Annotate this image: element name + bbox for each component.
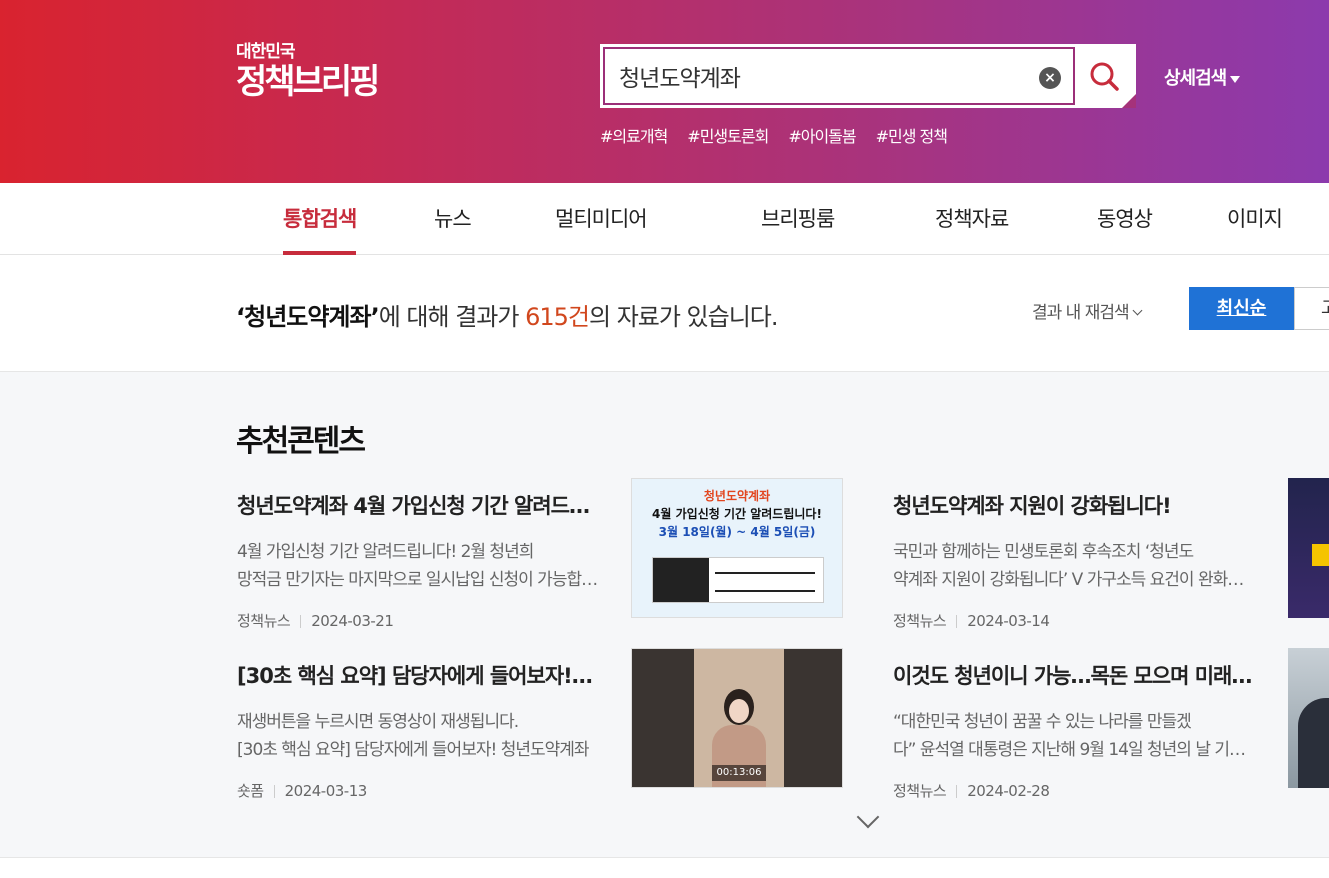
sort-other-button[interactable]: 고 [1294,287,1329,330]
tab-integrated[interactable]: 통합검색 [283,203,357,255]
result-count: 615건 [525,303,590,331]
poster-dark-block [653,558,709,602]
poster-dates: 3월 18일(월) ~ 4월 5일(금) [658,525,816,539]
result-summary-bar: ‘청년도약계좌’에 대해 결과가 615건의 자료가 있습니다. 결과 내 재검… [0,255,1329,372]
card-title[interactable]: 청년도약계좌 지원이 강화됩니다! [893,490,1255,520]
card-category: 정책뉴스 [893,612,947,630]
tab-policy-materials[interactable]: 정책자료 [935,203,1009,255]
card-thumbnail[interactable] [1288,478,1329,618]
card-description: 재생버튼을 누르시면 동영상이 재생됩니다. [30초 핵심 요약] 담당자에게… [237,708,601,764]
hashtag-link[interactable]: #의료개혁 [600,123,668,147]
card-date: 2024-03-14 [967,612,1050,630]
card-desc-line: 재생버튼을 누르시면 동영상이 재생됩니다. [237,712,519,732]
card-desc-line: 망적금 만기자는 마지막으로 일시납입 신청이 가능합니다 [237,570,601,590]
search-icon [1090,62,1119,91]
hashtag-list: #의료개혁 #민생토론회 #아이돌봄 #민생 정책 [600,123,948,147]
site-logo[interactable]: 대한민국 정책브리핑 [236,42,380,102]
search-input[interactable] [605,49,1025,103]
card-description: “대한민국 청년이 꿈꿀 수 있는 나라를 만들겠 다” 윤석열 대통령은 지난… [893,708,1257,764]
search-tabs: 통합검색 뉴스 멀티미디어 브리핑룸 정책자료 동영상 이미지 [0,183,1329,255]
poster-row [715,572,815,574]
video-person-face [729,699,749,723]
meta-divider [956,785,958,798]
poster-row [715,590,815,592]
content-card[interactable]: 청년도약계좌 지원이 강화됩니다! 국민과 함께하는 민생토론회 후속조치 ‘청… [893,490,1329,630]
poster-schedule-panel [652,557,824,603]
thumbnail-graphic [1298,698,1329,788]
hashtag-link[interactable]: #민생 정책 [876,123,948,147]
tab-briefing-room[interactable]: 브리핑룸 [761,203,835,255]
caret-down-icon [1230,75,1241,83]
chevron-down-icon [1132,305,1143,316]
section-title: 추천콘텐츠 [236,424,366,459]
card-description: 4월 가입신청 기간 알려드립니다! 2월 청년희 망적금 만기자는 마지막으로… [237,538,601,594]
search-box: × [600,44,1136,108]
recommended-section: 추천콘텐츠 청년도약계좌 4월 가입신청 기간 알려드립니다! 4월 가입신청 … [0,372,1329,858]
meta-divider [956,615,958,628]
thumbnail-graphic [1312,544,1329,566]
poster-logo: 청년도약계좌 [703,489,771,503]
tab-news[interactable]: 뉴스 [434,203,472,255]
result-prefix: 에 대해 결과가 [378,303,526,331]
search-corner-decoration [1122,94,1136,108]
card-category: 숏폼 [237,782,264,800]
clear-icon[interactable]: × [1039,67,1061,89]
card-thumbnail[interactable] [1288,648,1329,788]
card-desc-line: [30초 핵심 요약] 담당자에게 들어보자! 청년도약계좌 [237,740,590,760]
result-suffix: 의 자료가 있습니다. [588,303,779,331]
card-video-thumbnail[interactable]: 00:13:06 [631,648,843,788]
hashtag-link[interactable]: #아이돌봄 [788,123,856,147]
logo-country: 대한민국 [236,42,296,62]
result-query: ‘청년도약계좌’ [236,303,380,331]
tab-multimedia[interactable]: 멀티미디어 [555,203,648,255]
card-description: 국민과 함께하는 민생토론회 후속조치 ‘청년도 약계좌 지원이 강화됩니다’ … [893,538,1257,594]
card-meta: 숏폼 2024-03-13 [237,780,367,801]
advanced-search-button[interactable]: 상세검색 [1164,64,1241,90]
card-title[interactable]: 청년도약계좌 4월 가입신청 기간 알려드립니다! [237,490,599,520]
poster-headline: 4월 가입신청 기간 알려드립니다! [652,507,822,521]
meta-divider [273,785,275,798]
refine-search-label: 결과 내 재검색 [1032,303,1130,323]
tab-image[interactable]: 이미지 [1227,203,1283,255]
site-header: 대한민국 정책브리핑 × 상세검색 #의료개혁 #민생토론회 #아이돌봄 #민생… [0,0,1329,183]
card-desc-line: 국민과 함께하는 민생토론회 후속조치 ‘청년도 [893,542,1194,562]
logo-title: 정책브리핑 [236,62,380,102]
card-meta: 정책뉴스 2024-03-14 [893,610,1050,631]
card-meta: 정책뉴스 2024-02-28 [893,780,1050,801]
card-date: 2024-02-28 [967,782,1050,800]
card-title[interactable]: 이것도 청년이니 가능…목돈 모으며 미래를 준비 [893,660,1255,690]
expand-more-icon[interactable] [856,805,880,829]
card-meta: 정책뉴스 2024-03-21 [237,610,394,631]
meta-divider [300,615,302,628]
card-date: 2024-03-13 [284,782,368,800]
card-desc-line: 약계좌 지원이 강화됩니다’ V 가구소득 요건이 완화됩니다 [893,570,1257,590]
content-card[interactable]: [30초 핵심 요약] 담당자에게 들어보자! 청년도약계좌 재생버튼을 누르시… [237,648,847,801]
hashtag-link[interactable]: #민생토론회 [687,123,769,147]
card-desc-line: 4월 가입신청 기간 알려드립니다! 2월 청년희 [237,542,534,562]
video-duration: 00:13:06 [712,765,766,781]
card-date: 2024-03-21 [311,612,394,630]
advanced-search-label: 상세검색 [1164,68,1227,89]
content-card[interactable]: 청년도약계좌 4월 가입신청 기간 알려드립니다! 4월 가입신청 기간 알려드… [237,478,847,631]
content-card[interactable]: 이것도 청년이니 가능…목돈 모으며 미래를 준비 “대한민국 청년이 꿈꿀 수… [893,660,1329,800]
card-category: 정책뉴스 [237,612,291,630]
card-desc-line: 다” 윤석열 대통령은 지난해 9월 14일 청년의 날 기념식에서 [893,740,1257,760]
refine-search-toggle[interactable]: 결과 내 재검색 [1032,298,1143,323]
search-field-wrapper: × [603,47,1075,105]
card-title[interactable]: [30초 핵심 요약] 담당자에게 들어보자! 청년도약계좌 [237,660,599,690]
card-desc-line: “대한민국 청년이 꿈꿀 수 있는 나라를 만들겠 [893,712,1192,732]
card-thumbnail[interactable]: 청년도약계좌 4월 가입신청 기간 알려드립니다! 3월 18일(월) ~ 4월… [631,478,843,618]
result-summary-text: ‘청년도약계좌’에 대해 결과가 615건의 자료가 있습니다. [236,297,779,332]
card-category: 정책뉴스 [893,782,947,800]
tab-video[interactable]: 동영상 [1097,203,1153,255]
sort-latest-button[interactable]: 최신순 [1189,287,1294,330]
